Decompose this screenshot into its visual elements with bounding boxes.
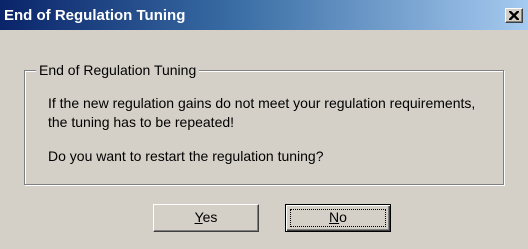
- message-line-3: Do you want to restart the regulation tu…: [48, 148, 324, 164]
- no-button[interactable]: No: [285, 204, 391, 232]
- window-title: End of Regulation Tuning: [4, 7, 186, 24]
- title-bar[interactable]: End of Regulation Tuning: [0, 0, 528, 30]
- yes-button[interactable]: Yes: [153, 204, 259, 232]
- yes-label-rest: es: [202, 209, 218, 225]
- no-label-rest: o: [339, 209, 347, 225]
- message-line-1: If the new regulation gains do not meet …: [48, 95, 476, 111]
- close-button[interactable]: [505, 8, 523, 23]
- no-accelerator: N: [329, 209, 340, 225]
- yes-accelerator: Y: [194, 209, 203, 225]
- no-button-label: No: [329, 209, 347, 225]
- yes-button-label: Yes: [195, 209, 218, 225]
- dialog-window: End of Regulation Tuning End of Regulati…: [0, 0, 528, 249]
- close-icon: [509, 11, 519, 20]
- message-line-2: the tuning has to be repeated!: [48, 114, 235, 130]
- group-box-label: End of Regulation Tuning: [36, 62, 200, 78]
